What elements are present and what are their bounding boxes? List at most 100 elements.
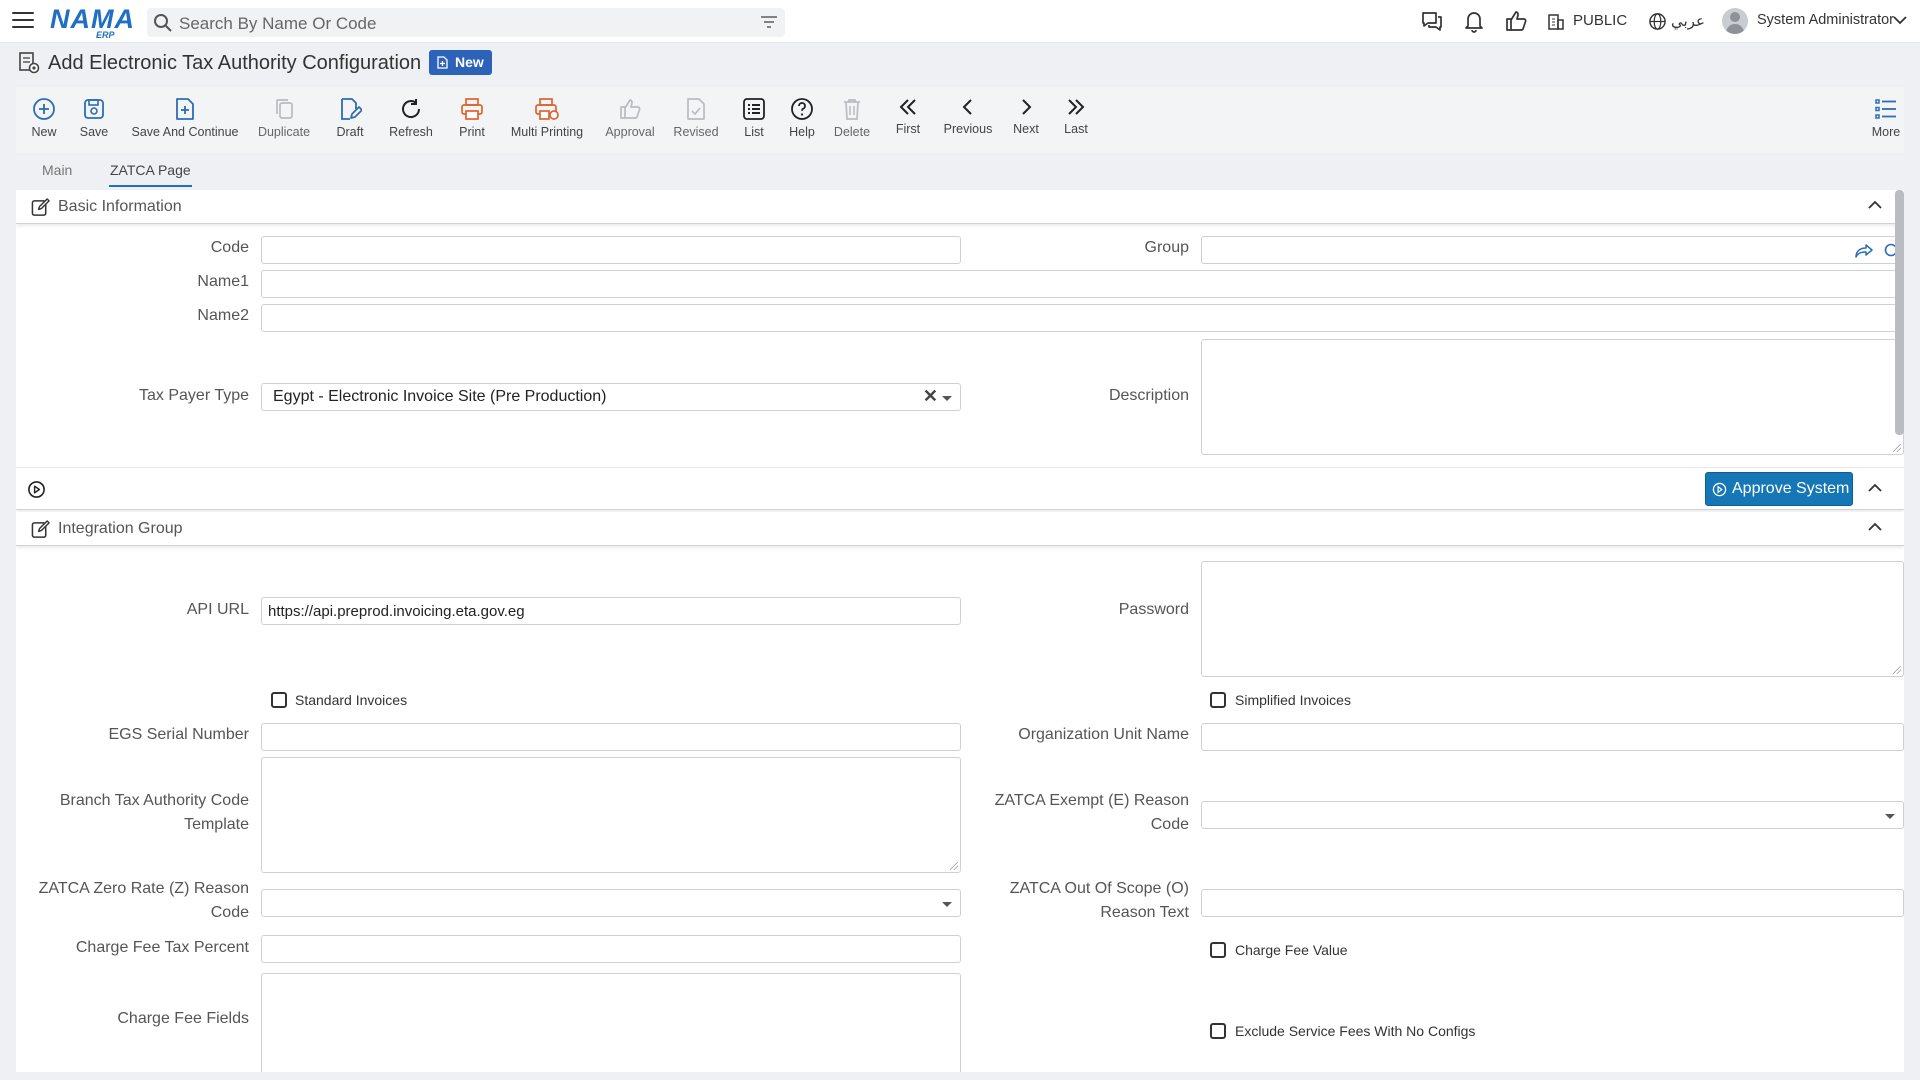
copy-icon	[276, 99, 293, 119]
approve-system-bar	[16, 467, 1904, 510]
charge-fee-fields-textarea[interactable]	[261, 973, 961, 1072]
integration-group-header[interactable]: Integration Group	[16, 512, 1904, 546]
share-icon[interactable]	[1855, 243, 1873, 259]
duplicate-button[interactable]: Duplicate	[256, 87, 312, 153]
globe-icon	[1649, 13, 1666, 30]
exclude-service-fees-label: Exclude Service Fees With No Configs	[1235, 1023, 1476, 1039]
search-input[interactable]: Search By Name Or Code	[147, 8, 785, 37]
approval-button[interactable]: Approval	[602, 87, 658, 153]
status-badge: New	[429, 50, 492, 75]
exempt-reason-label-line1: ZATCA Exempt (E) Reason	[994, 792, 1189, 809]
tab-main[interactable]: Main	[42, 162, 72, 178]
scrollbar[interactable]	[1895, 190, 1904, 435]
chevron-right-icon	[1022, 99, 1032, 115]
multi-printing-button[interactable]: Multi Printing	[506, 87, 588, 153]
top-bar: NAMA ERP Search By Name Or Code PUBLIC عر…	[0, 0, 1920, 43]
simplified-invoices-checkbox[interactable]	[1210, 692, 1226, 708]
bell-icon[interactable]	[1463, 9, 1485, 33]
chevron-down-icon[interactable]	[1893, 15, 1907, 25]
last-button[interactable]: Last	[1056, 87, 1096, 153]
approve-system-button[interactable]: Approve System	[1705, 472, 1853, 506]
exempt-reason-select[interactable]	[1201, 801, 1904, 829]
charge-fee-value-label: Charge Fee Value	[1235, 942, 1348, 958]
logo-subtext: ERP	[96, 30, 115, 40]
revised-button[interactable]: Revised	[670, 87, 722, 153]
chevron-up-icon[interactable]	[1868, 483, 1882, 493]
edit-icon	[31, 198, 50, 216]
edit-document-icon	[341, 98, 362, 120]
approve-system-label: Approve System	[1732, 480, 1850, 497]
save-button[interactable]: Save	[74, 87, 114, 153]
charge-fee-value-checkbox[interactable]	[1210, 942, 1226, 958]
caret-down-icon	[1885, 814, 1895, 819]
previous-button[interactable]: Previous	[942, 87, 994, 153]
clear-icon[interactable]: ✕	[923, 386, 938, 407]
delete-button[interactable]: Delete	[830, 87, 874, 153]
menu-icon[interactable]	[12, 12, 34, 30]
org-unit-label: Organization Unit Name	[1018, 726, 1189, 743]
exclude-service-fees-checkbox[interactable]	[1210, 1023, 1226, 1039]
avatar[interactable]	[1722, 8, 1748, 34]
more-button[interactable]: More	[1866, 87, 1906, 153]
draft-button[interactable]: Draft	[330, 87, 370, 153]
user-name[interactable]: System Administrator	[1757, 12, 1894, 28]
api-url-label: API URL	[186, 601, 249, 618]
tax-payer-type-value: Egypt - Electronic Invoice Site (Pre Pro…	[273, 388, 607, 405]
standard-invoices-checkbox[interactable]	[271, 692, 287, 708]
charge-fee-fields-label: Charge Fee Fields	[117, 1010, 249, 1027]
resize-handle[interactable]	[950, 862, 958, 870]
refresh-button[interactable]: Refresh	[386, 87, 436, 153]
app-logo[interactable]: NAMA ERP	[50, 4, 135, 40]
new-label: New	[31, 125, 57, 139]
previous-label: Previous	[943, 122, 993, 136]
group-input[interactable]	[1201, 236, 1904, 264]
search-placeholder: Search By Name Or Code	[179, 14, 377, 33]
name2-input[interactable]	[261, 304, 1904, 332]
help-button[interactable]: Help	[782, 87, 822, 153]
config-doc-icon	[19, 52, 40, 74]
first-button[interactable]: First	[888, 87, 928, 153]
zero-rate-select[interactable]	[261, 889, 961, 917]
trash-icon	[844, 99, 860, 120]
play-circle-icon[interactable]	[27, 480, 46, 499]
org-unit-input[interactable]	[1201, 723, 1904, 751]
document-icon	[437, 56, 448, 69]
caret-down-icon	[942, 902, 952, 907]
resize-handle[interactable]	[1893, 666, 1901, 674]
exempt-reason-label: ZATCA Exempt (E) Reason Code	[976, 789, 1189, 837]
tax-payer-type-select[interactable]: Egypt - Electronic Invoice Site (Pre Pro…	[261, 383, 961, 411]
password-textarea[interactable]	[1201, 561, 1904, 677]
public-label[interactable]: PUBLIC	[1573, 12, 1627, 29]
code-input[interactable]	[261, 236, 961, 264]
charge-fee-tax-input[interactable]	[261, 935, 961, 963]
branch-template-label: Branch Tax Authority Code Template	[16, 789, 249, 837]
branch-template-textarea[interactable]	[261, 757, 961, 873]
name1-input[interactable]	[261, 270, 1904, 298]
api-url-input[interactable]: https://api.preprod.invoicing.eta.gov.eg	[261, 597, 961, 625]
print-button[interactable]: Print	[452, 87, 492, 153]
list-label: List	[744, 125, 764, 139]
basic-information-header[interactable]: Basic Information	[16, 190, 1904, 224]
language-toggle[interactable]: عربي	[1671, 12, 1705, 30]
chevron-up-icon[interactable]	[1868, 522, 1882, 532]
resize-handle[interactable]	[1893, 444, 1901, 452]
duplicate-label: Duplicate	[257, 125, 311, 139]
list-button[interactable]: List	[734, 87, 774, 153]
save-and-continue-button[interactable]: Save And Continue	[131, 87, 239, 153]
save-and-continue-label: Save And Continue	[131, 125, 239, 139]
new-button[interactable]: New	[24, 87, 64, 153]
tab-zatca-page[interactable]: ZATCA Page	[110, 162, 191, 178]
plus-circle-icon	[33, 98, 55, 120]
refresh-label: Refresh	[389, 125, 433, 139]
filter-icon[interactable]	[761, 15, 777, 29]
next-button[interactable]: Next	[1006, 87, 1046, 153]
egs-serial-input[interactable]	[261, 723, 961, 751]
edit-icon	[31, 520, 50, 538]
description-textarea[interactable]	[1201, 339, 1904, 455]
out-of-scope-input[interactable]	[1201, 889, 1904, 917]
chevron-up-icon[interactable]	[1868, 200, 1882, 210]
thumbs-up-icon[interactable]	[1504, 9, 1528, 33]
active-tab-indicator	[109, 185, 192, 187]
api-url-value: https://api.preprod.invoicing.eta.gov.eg	[268, 603, 525, 620]
chat-icon[interactable]	[1420, 9, 1444, 33]
